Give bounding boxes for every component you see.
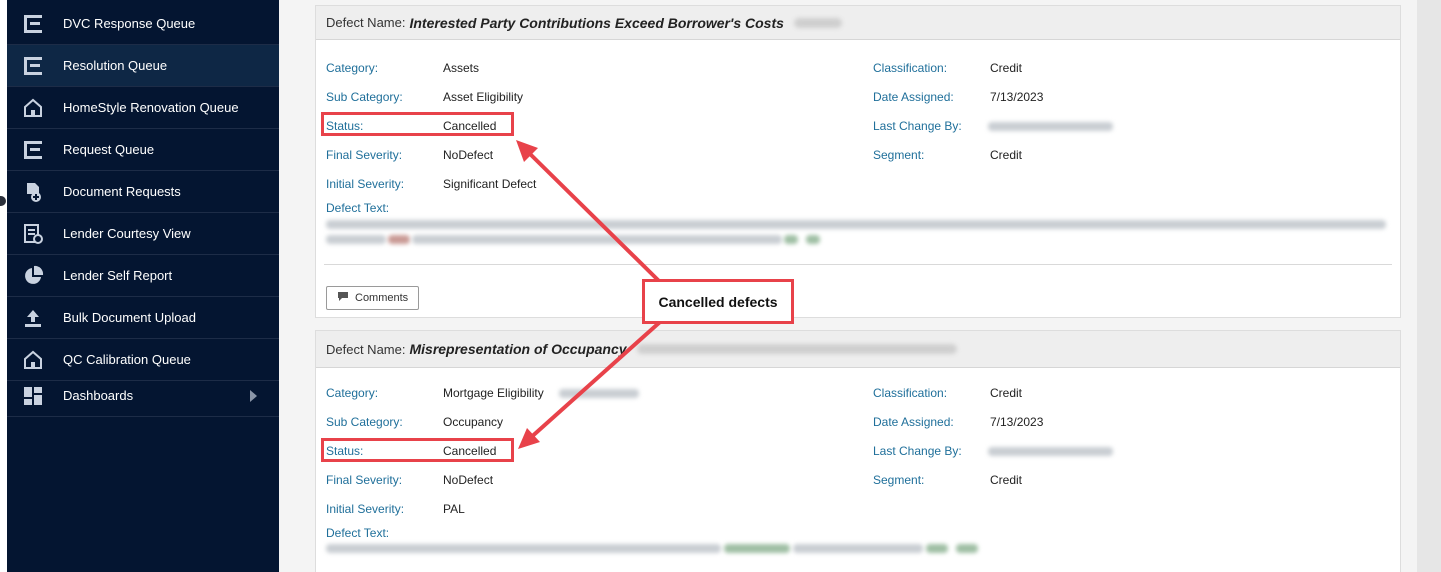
- sidebar-item-lender-self-report[interactable]: Lender Self Report: [7, 255, 279, 297]
- final-severity-label: Final Severity:: [326, 473, 403, 487]
- sidebar-item-label: HomeStyle Renovation Queue: [63, 100, 239, 115]
- final-severity-value: NoDefect: [443, 473, 494, 487]
- sidebar-item-lender-courtesy-view[interactable]: Lender Courtesy View: [7, 213, 279, 255]
- sub-category-label: Sub Category:: [326, 90, 403, 104]
- redacted-text: [388, 235, 410, 244]
- sidebar-item-label: Lender Self Report: [63, 268, 173, 283]
- redacted-text: [806, 235, 820, 244]
- last-change-by-label: Last Change By:: [873, 444, 962, 458]
- redacted-text: [784, 235, 798, 244]
- redacted-text: [326, 220, 1386, 229]
- category-label: Category:: [326, 61, 379, 75]
- chevron-right-icon: [250, 389, 257, 402]
- initial-severity-value: Significant Defect: [443, 177, 537, 191]
- segment-label: Segment:: [873, 473, 925, 487]
- redacted-text: [559, 389, 639, 398]
- sidebar-item-bulk-document-upload[interactable]: Bulk Document Upload: [7, 297, 279, 339]
- redacted-text: [988, 122, 1113, 131]
- redacted-text: [724, 544, 790, 553]
- sidebar-item-homestyle-renovation-queue[interactable]: HomeStyle Renovation Queue: [7, 87, 279, 129]
- sidebar-nav: DVC Response Queue Resolution Queue Home…: [7, 0, 279, 572]
- date-assigned-label: Date Assigned:: [873, 90, 954, 104]
- sidebar-item-request-queue[interactable]: Request Queue: [7, 129, 279, 171]
- dashboard-icon: [21, 384, 45, 408]
- last-change-by-label: Last Change By:: [873, 119, 962, 133]
- callout-text: Cancelled defects: [658, 293, 778, 310]
- sub-category-value: Occupancy: [443, 415, 504, 429]
- category-value: Mortgage Eligibility: [443, 386, 544, 400]
- category-value: Assets: [443, 61, 480, 75]
- initial-severity-label: Initial Severity:: [326, 502, 405, 516]
- classification-value: Credit: [990, 61, 1023, 75]
- initial-severity-value: PAL: [443, 502, 465, 516]
- defect-text-label: Defect Text:: [326, 201, 390, 215]
- sidebar-item-label: Bulk Document Upload: [63, 310, 196, 325]
- list-icon: [21, 12, 45, 36]
- date-assigned-label: Date Assigned:: [873, 415, 954, 429]
- main-content: Defect Name: Interested Party Contributi…: [279, 0, 1417, 572]
- date-assigned-value: 7/13/2023: [990, 90, 1044, 104]
- redacted-text: [793, 544, 923, 553]
- sidebar-item-label: Resolution Queue: [63, 58, 168, 73]
- list-icon: [21, 54, 45, 78]
- sidebar-item-label: QC Calibration Queue: [63, 352, 191, 367]
- sub-category-value: Asset Eligibility: [443, 90, 524, 104]
- defect-name: Misrepresentation of Occupancy: [409, 341, 627, 357]
- date-assigned-value: 7/13/2023: [990, 415, 1044, 429]
- report-view-icon: [21, 222, 45, 246]
- sidebar-item-dashboards[interactable]: Dashboards: [7, 375, 279, 417]
- defect-text-label: Defect Text:: [326, 526, 390, 540]
- redacted-text: [412, 235, 782, 244]
- final-severity-value: NoDefect: [443, 148, 494, 162]
- sidebar-item-dvc-response-queue[interactable]: DVC Response Queue: [7, 3, 279, 45]
- defect-header: Defect Name: Interested Party Contributi…: [316, 6, 1400, 40]
- redacted-text: [793, 17, 842, 28]
- divider: [324, 264, 1392, 265]
- sidebar-item-label: Document Requests: [63, 184, 181, 199]
- defect-header: Defect Name: Misrepresentation of Occupa…: [316, 331, 1400, 368]
- segment-label: Segment:: [873, 148, 925, 162]
- upload-icon: [21, 306, 45, 330]
- defect-name-label: Defect Name:: [326, 341, 406, 357]
- sidebar-item-resolution-queue[interactable]: Resolution Queue: [7, 45, 279, 87]
- scrollbar-track[interactable]: [1417, 0, 1441, 572]
- sidebar-item-document-requests[interactable]: Document Requests: [7, 171, 279, 213]
- sidebar-item-label: Dashboards: [63, 388, 134, 403]
- initial-severity-label: Initial Severity:: [326, 177, 405, 191]
- redacted-text: [926, 544, 948, 553]
- classification-value: Credit: [990, 386, 1023, 400]
- document-add-icon: [21, 180, 45, 204]
- status-highlight-box: [321, 112, 514, 136]
- sidebar-item-label: DVC Response Queue: [63, 16, 196, 31]
- edge-handle: [0, 196, 6, 206]
- sidebar-item-label: Lender Courtesy View: [63, 226, 191, 241]
- cancelled-defects-callout: Cancelled defects: [642, 279, 794, 324]
- list-icon: [21, 138, 45, 162]
- category-label: Category:: [326, 386, 379, 400]
- redacted-text: [326, 544, 721, 553]
- redacted-text: [326, 235, 386, 244]
- redacted-text: [956, 544, 978, 553]
- home-icon: [21, 96, 45, 120]
- home-icon: [21, 348, 45, 372]
- comment-icon: [337, 291, 349, 305]
- redacted-text: [636, 344, 957, 354]
- comments-button-label: Comments: [355, 292, 409, 304]
- comments-button[interactable]: Comments: [326, 286, 420, 310]
- classification-label: Classification:: [873, 386, 948, 400]
- segment-value: Credit: [990, 473, 1023, 487]
- final-severity-label: Final Severity:: [326, 148, 403, 162]
- sub-category-label: Sub Category:: [326, 415, 403, 429]
- defect-name: Interested Party Contributions Exceed Bo…: [409, 14, 784, 31]
- defect-card: Defect Name: Interested Party Contributi…: [315, 5, 1401, 318]
- sidebar-item-label: Request Queue: [63, 142, 155, 157]
- redacted-text: [988, 447, 1113, 456]
- defect-name-label: Defect Name:: [326, 15, 406, 30]
- pie-chart-icon: [21, 264, 45, 288]
- status-highlight-box: [321, 438, 514, 462]
- classification-label: Classification:: [873, 61, 948, 75]
- segment-value: Credit: [990, 148, 1023, 162]
